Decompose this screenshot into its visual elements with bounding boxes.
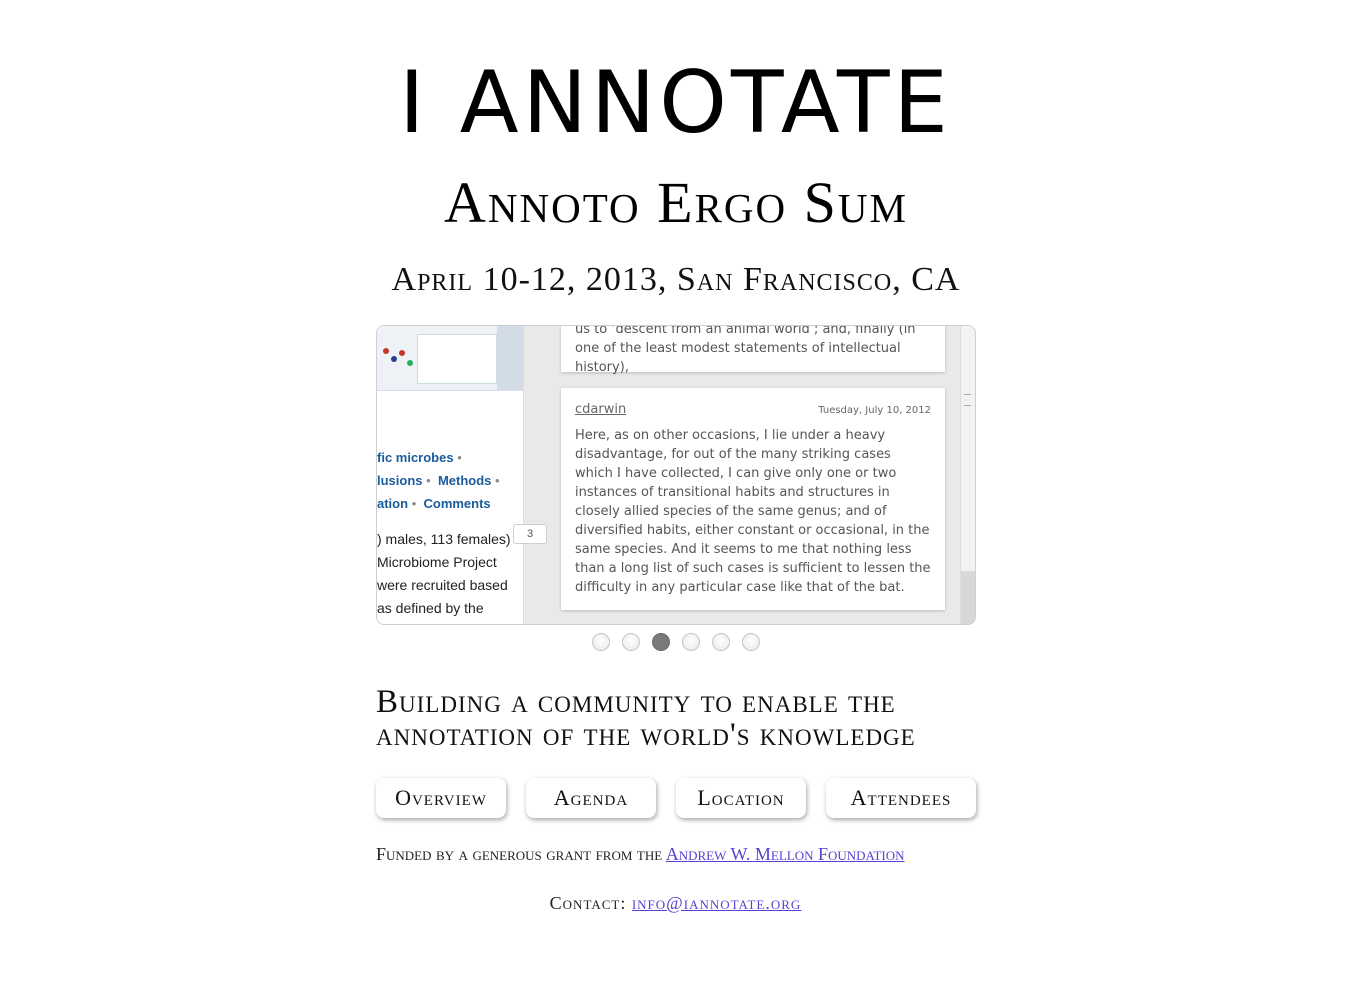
article-line: Microbiome Project	[377, 554, 497, 570]
attendees-button[interactable]: Attendees	[826, 778, 976, 818]
funding-text: Funded by a generous grant from the	[376, 844, 663, 864]
annotation-text: us to ‘descent from an animal world’; an…	[575, 325, 916, 375]
agenda-button[interactable]: Agenda	[526, 778, 656, 818]
article-pane: fic microbes • lusions • Methods • ation…	[377, 326, 524, 624]
location-button[interactable]: Location	[676, 778, 806, 818]
article-section-links: fic microbes • lusions • Methods • ation…	[377, 450, 500, 511]
annotation-user-link[interactable]: cdarwin	[575, 400, 626, 419]
annotation-card-previous: us to ‘descent from an animal world’; an…	[561, 326, 945, 375]
screenshot-slideshow[interactable]: fic microbes • lusions • Methods • ation…	[376, 325, 976, 625]
article-body-text: ) males, 113 females) Microbiome Project…	[377, 528, 517, 620]
contact-label: Contact:	[549, 893, 627, 913]
link-methods[interactable]: Methods	[438, 473, 491, 488]
annotation-text: Here, as on other occasions, I lie under…	[575, 428, 931, 595]
link-microbes[interactable]: fic microbes	[377, 450, 454, 465]
event-dates: April 10-12, 2013, San Francisco, CA	[391, 261, 961, 298]
site-subtitle: Annoto Ergo Sum	[444, 170, 908, 235]
site-title: I ANNOTATE	[399, 53, 952, 153]
article-figure-thumbnail	[377, 326, 523, 391]
article-line: as defined by the	[377, 600, 484, 616]
mission-tagline: Building a community to enable the annot…	[376, 684, 916, 753]
link-citation[interactable]: ation	[377, 496, 408, 511]
scrollbar-thumb[interactable]	[961, 571, 975, 624]
slide-dot-5[interactable]	[711, 633, 730, 651]
article-line: were recruited based	[377, 577, 508, 593]
slideshow-pager	[0, 633, 1351, 651]
sidebar-scrollbar[interactable]	[960, 326, 975, 624]
link-comments[interactable]: Comments	[423, 496, 490, 511]
figure-frame	[417, 334, 497, 384]
page: I ANNOTATE Annoto Ergo Sum April 10-12, …	[0, 0, 1351, 987]
annotation-card: cdarwin Tuesday, July 10, 2012 Here, as …	[561, 388, 945, 610]
funding-note: Funded by a generous grant from the Andr…	[376, 843, 986, 865]
slide-dot-6[interactable]	[741, 633, 760, 651]
slide-dot-4[interactable]	[681, 633, 700, 651]
annotation-count-marker[interactable]: 3	[513, 524, 547, 544]
mellon-foundation-link[interactable]: Andrew W. Mellon Foundation	[666, 844, 905, 864]
figure-dot	[407, 360, 413, 366]
contact-line: Contact: info@iannotate.org	[0, 892, 1351, 914]
figure-dot	[383, 348, 389, 354]
contact-email-link[interactable]: info@iannotate.org	[632, 893, 801, 913]
overview-button[interactable]: Overview	[376, 778, 506, 818]
main-nav: Overview Agenda Location Attendees	[376, 778, 976, 820]
annotation-sidebar: us to ‘descent from an animal world’; an…	[547, 326, 947, 624]
article-line: ) males, 113 females)	[377, 531, 511, 547]
scroll-grip-icon[interactable]	[964, 394, 971, 406]
figure-page-fold	[497, 326, 523, 390]
figure-dot	[391, 356, 397, 362]
slide-dot-1[interactable]	[591, 633, 610, 651]
annotation-date: Tuesday, July 10, 2012	[818, 405, 931, 416]
slide-dot-3-active[interactable]	[651, 633, 670, 651]
figure-dot	[399, 350, 405, 356]
slide-dot-2[interactable]	[621, 633, 640, 651]
link-conclusions[interactable]: lusions	[377, 473, 423, 488]
